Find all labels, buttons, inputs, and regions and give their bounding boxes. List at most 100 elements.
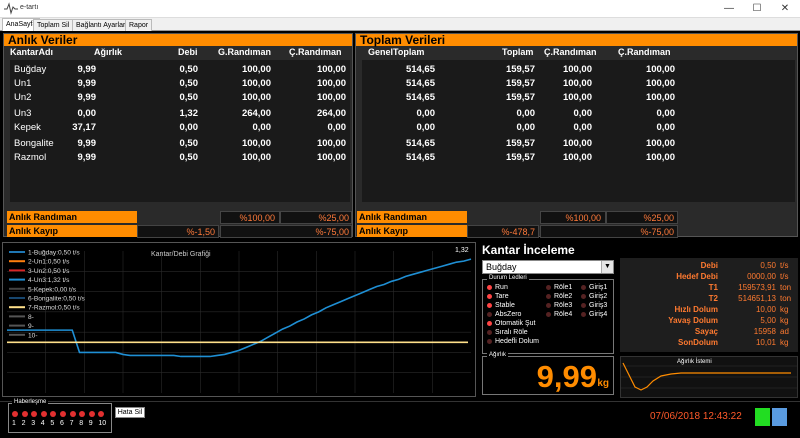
chart-legend-label: 9- — [28, 323, 34, 330]
led-dot-icon — [487, 311, 492, 317]
led-dot-icon — [487, 293, 492, 299]
toplam-verileri-panel: Toplam Verileri GenelToplam Toplam Ç.Ran… — [355, 33, 798, 237]
agirlik-title: Ağırlık — [487, 352, 509, 358]
maximize-button[interactable]: ☐ — [743, 0, 771, 17]
col-header-c-randiman-2: Ç.Randıman — [618, 47, 671, 57]
haberlesme-led-icon — [60, 411, 66, 417]
stat-label: Hedef Debi — [676, 272, 718, 281]
hata-sil-button[interactable]: Hata Sil — [115, 407, 145, 418]
led-label: Röle3 — [554, 302, 573, 309]
tab-baglanti-ayarlari[interactable]: Bağlantı Ayarları — [72, 19, 132, 31]
col-header-agirlik: Ağırlık — [94, 47, 123, 57]
led-dot-icon — [487, 320, 492, 326]
led-s-ral-r-le: Sıralı Röle — [487, 329, 528, 336]
col-header-toplam: Toplam — [502, 47, 534, 57]
stat-unit: ton — [780, 283, 792, 292]
stat-row: Sayaç 15958 ad — [620, 327, 798, 338]
tab-strip: AnaSayfa Toplam Sil Bağlantı Ayarları Ra… — [0, 18, 800, 31]
minimize-button[interactable]: — — [715, 0, 743, 17]
toplam-row-cell: 514,65 — [405, 78, 435, 89]
led-giri-1: Giriş1 — [581, 284, 607, 291]
anlik-row-name: Bongalite — [14, 138, 54, 149]
toplam-row-cell: 0,00 — [656, 122, 676, 133]
haberlesme-led-number: 3 — [31, 420, 36, 427]
stat-row: Debi 0,50 t/s — [620, 261, 798, 272]
agirlik-value: 9,99 — [536, 359, 597, 394]
chart-legend-label: 10- — [28, 332, 38, 339]
kantar-debi-chart: Kantar/Debi Grafiği 1,32 1-Buğday:0,50 t/s… — [2, 242, 476, 397]
anlik-table: Buğday 9,99 0,50 100,00 100,00 Un1 9,99 0,50 100… — [10, 60, 350, 202]
anlik-row-cell: 100,00 — [241, 92, 271, 103]
led-dot-icon — [487, 302, 492, 308]
stat-value: 5,00 — [760, 316, 776, 325]
col-header-c-randiman-1: Ç.Randıman — [544, 47, 597, 57]
haberlesme-led-number: 4 — [40, 420, 45, 427]
anlik-row-cell: 9,99 — [77, 64, 97, 75]
chart-legend-label: 6-Bongalite:0,50 t/s — [28, 296, 86, 303]
toplam-row-cell: 100,00 — [645, 92, 675, 103]
close-button[interactable]: ✕ — [771, 0, 799, 17]
led-label: Sıralı Röle — [495, 329, 528, 336]
toplam-kayip-label: Anlık Kayıp — [357, 225, 467, 237]
tab-toplam-sil[interactable]: Toplam Sil — [33, 19, 74, 31]
chart-legend-label: 8- — [28, 314, 34, 321]
stat-row: T1 159573,91 ton — [620, 283, 798, 294]
chart-legend-label: 7-Razmol:0,50 t/s — [28, 305, 80, 312]
led-dot-icon — [546, 284, 551, 290]
led-tare: Tare — [487, 293, 509, 300]
led-dot-icon — [487, 338, 492, 344]
stat-unit: t/s — [780, 272, 789, 281]
led-label: Giriş3 — [589, 302, 608, 309]
haberlesme-led-icon — [88, 411, 95, 417]
led-label: Stable — [495, 302, 515, 309]
mini-chart-title: Ağırlık İstemi — [677, 359, 712, 365]
toplam-randiman-label: Anlık Randıman — [357, 211, 467, 223]
tab-rapor[interactable]: Rapor — [125, 19, 153, 31]
anlik-kayip-c-value: %-75,00 — [220, 225, 352, 238]
anlik-row-cell: 9,99 — [77, 78, 97, 89]
chart-canvas: Kantar/Debi Grafiği 1,32 1-Buğday:0,50 t/s… — [7, 247, 472, 393]
kantar-select[interactable]: Buğday ▼ — [482, 260, 614, 274]
led-label: Hedefli Dolum — [495, 338, 539, 345]
toplam-randiman-g-value: %100,00 — [540, 211, 606, 224]
toplam-row-cell: 159,57 — [505, 152, 535, 163]
led-dot-icon — [581, 293, 586, 299]
stat-row: Yavaş Dolum 5,00 kg — [620, 316, 798, 327]
toplam-randiman-c-value: %25,00 — [606, 211, 678, 224]
led-run: Run — [487, 284, 508, 291]
anlik-row-cell: 9,99 — [77, 138, 97, 149]
chart-legend-label: 1-Buğday:0,50 t/s — [28, 250, 80, 257]
led-hedefli-dolum: Hedefli Dolum — [487, 338, 539, 345]
col-header-geneltoplam: GenelToplam — [368, 47, 425, 57]
stat-unit: ad — [780, 327, 789, 336]
stat-row: Hızlı Dolum 10,00 kg — [620, 305, 798, 316]
haberlesme-led-number: 9 — [88, 420, 93, 427]
led-label: Run — [495, 284, 508, 291]
stat-value: 159573,91 — [738, 283, 776, 292]
toplam-row-cell: 100,00 — [645, 64, 675, 75]
toplam-table: 514,65 159,57 100,00 100,00 514,65 159,57 100,… — [362, 60, 795, 202]
led-label: Giriş2 — [589, 293, 608, 300]
anlik-row-cell: 100,00 — [316, 78, 346, 89]
haberlesme-led-icon — [31, 411, 38, 417]
led-otomatik-ut: Otomatik Şut — [487, 320, 535, 327]
agirlik-unit: kg — [597, 378, 609, 389]
chevron-down-icon[interactable]: ▼ — [601, 261, 613, 273]
col-header-g-randiman: G.Randıman — [218, 47, 272, 57]
led-label: Giriş4 — [589, 311, 608, 318]
anlik-veriler-title: Anlık Veriler — [4, 34, 352, 46]
kantar-inceleme-panel: Kantar İnceleme Buğday ▼ Durum Ledleri R… — [478, 242, 618, 397]
led-r-le3: Röle3 — [546, 302, 572, 309]
led-dot-icon — [487, 329, 492, 335]
anlik-row-cell: 100,00 — [316, 138, 346, 149]
led-dot-icon — [546, 311, 551, 317]
anlik-row-cell: 9,99 — [77, 152, 97, 163]
anlik-kayip-label: Anlık Kayıp — [7, 225, 137, 237]
toplam-row-cell: 100,00 — [562, 138, 592, 149]
col-header-debi: Debi — [178, 47, 198, 57]
stat-value: 0000,00 — [747, 272, 776, 281]
led-label: Giriş1 — [589, 284, 608, 291]
toplam-row-cell: 0,00 — [416, 108, 436, 119]
stat-row: Hedef Debi 0000,00 t/s — [620, 272, 798, 283]
anlik-row-cell: 100,00 — [241, 78, 271, 89]
